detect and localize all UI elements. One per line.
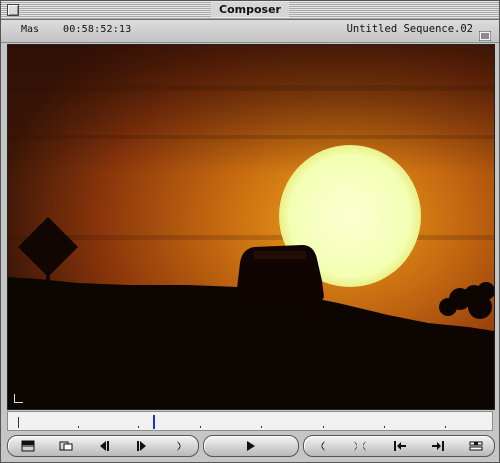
position-indicator[interactable]	[153, 415, 155, 429]
mark-clip-icon	[354, 441, 366, 451]
sunset-frame-image	[8, 45, 494, 409]
timeline-tick	[323, 426, 324, 428]
timeline-tick	[138, 426, 139, 428]
right-button-group	[303, 435, 495, 457]
mark-clip-button[interactable]	[348, 438, 372, 454]
go-to-out-icon	[432, 441, 444, 451]
tracking-mode-label[interactable]: Mas	[21, 24, 39, 35]
match-frame-icon	[469, 441, 483, 451]
window-title: Composer	[211, 2, 289, 17]
step-forward-button[interactable]	[130, 438, 154, 454]
go-to-in-icon	[394, 441, 406, 451]
close-box[interactable]	[7, 4, 19, 16]
go-to-in-button[interactable]	[388, 438, 412, 454]
monitor-toggle-button[interactable]	[54, 438, 78, 454]
timeline-tick	[78, 426, 79, 428]
match-frame-button[interactable]	[464, 438, 488, 454]
center-button-group	[203, 435, 299, 457]
track-selector-icon	[21, 440, 35, 452]
timeline-tick	[261, 426, 262, 428]
title-bar[interactable]: Composer	[1, 1, 499, 20]
info-bar: Mas 00:58:52:13 Untitled Sequence.02	[1, 20, 499, 43]
track-selector-button[interactable]	[16, 438, 40, 454]
frame-corner-marker	[14, 394, 23, 403]
play-button[interactable]	[239, 438, 263, 454]
play-icon	[247, 441, 255, 451]
mark-out-icon	[177, 441, 181, 451]
left-button-group	[7, 435, 199, 457]
video-monitor[interactable]	[7, 44, 495, 410]
sequence-name[interactable]: Untitled Sequence.02	[347, 23, 473, 35]
transport-controls	[1, 433, 499, 462]
monitor-toggle-icon	[59, 441, 73, 451]
composer-window: Composer Mas 00:58:52:13 Untitled Sequen…	[0, 0, 500, 463]
step-back-icon	[100, 441, 109, 451]
mark-out-button[interactable]	[168, 438, 192, 454]
step-back-button[interactable]	[92, 438, 116, 454]
mark-in-icon	[321, 441, 325, 451]
timeline-tick	[200, 426, 201, 428]
position-bar[interactable]	[7, 411, 493, 431]
timecode-display[interactable]: 00:58:52:13	[63, 24, 131, 35]
step-forward-icon	[137, 441, 146, 451]
fast-menu-icon[interactable]	[478, 26, 492, 42]
mark-in-button[interactable]	[310, 438, 334, 454]
timeline-tick	[445, 426, 446, 428]
timeline-start-marker	[18, 417, 19, 428]
go-to-out-button[interactable]	[426, 438, 450, 454]
timeline-tick	[384, 426, 385, 428]
car-silhouette	[236, 245, 324, 311]
